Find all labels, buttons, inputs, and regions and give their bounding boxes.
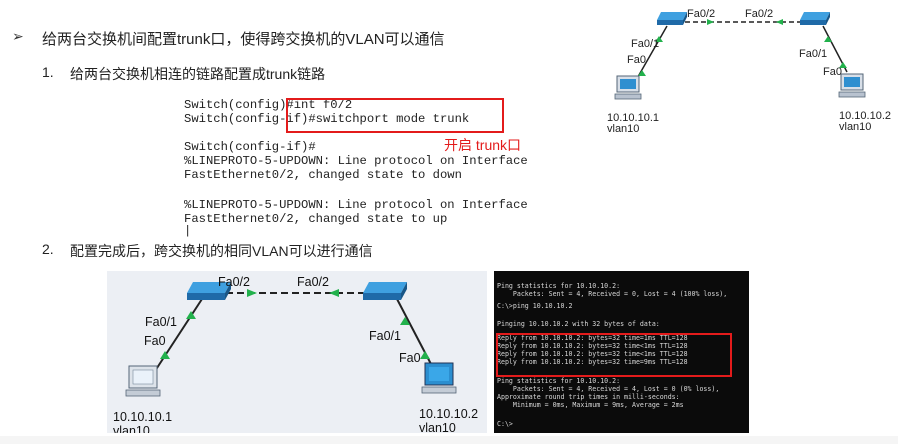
- terminal-prompt: C:\>: [497, 420, 513, 428]
- port-label: Fa0: [823, 66, 842, 78]
- pc-vlan-label: vlan10: [607, 123, 640, 135]
- pc-vlan-label: vlan10: [419, 421, 456, 433]
- port-label: Fa0/1: [631, 38, 660, 50]
- port-label: Fa0/2: [687, 8, 716, 20]
- trunk-annotation: 开启 trunk口: [444, 137, 522, 153]
- pc-icon: [614, 75, 642, 100]
- cli-line: %LINEPROTO-5-UPDOWN: Line protocol on In…: [184, 198, 528, 212]
- port-label: Fa0/2: [745, 8, 774, 20]
- step-1-text: 给两台交换机相连的链路配置成trunk链路: [70, 66, 326, 82]
- terminal-line: C:\>ping 10.10.10.2: [497, 302, 573, 310]
- terminal-line: Packets: Sent = 4, Received = 0, Lost = …: [497, 290, 728, 298]
- trunk-command-highlight: [286, 98, 504, 133]
- cli-line: %LINEPROTO-5-UPDOWN: Line protocol on In…: [184, 154, 528, 168]
- port-label: Fa0: [144, 334, 166, 348]
- cli-line: FastEthernet0/2, changed state to down: [184, 168, 462, 182]
- terminal-line: Pinging 10.10.10.2 with 32 bytes of data…: [497, 320, 660, 328]
- reply-highlight-box: [496, 333, 732, 377]
- port-label: Fa0: [399, 351, 421, 365]
- link-status-up-icon: [329, 289, 339, 297]
- port-label: Fa0/1: [799, 48, 828, 60]
- cli-line: Switch(config-if)#: [184, 140, 316, 154]
- slide-footer-band: [0, 436, 898, 444]
- link-status-up-icon: [247, 289, 257, 297]
- bullet-arrow-icon: ➢: [12, 28, 24, 44]
- port-label: Fa0/1: [369, 329, 401, 343]
- pc-icon: [125, 365, 161, 397]
- port-label: Fa0: [627, 54, 646, 66]
- step-2-text: 配置完成后，跨交换机的相同VLAN可以进行通信: [70, 243, 373, 259]
- topology-diagram-large: Fa0/2 Fa0/2 Fa0/1 Fa0 Fa0/1 Fa0 10.10.10…: [107, 271, 487, 433]
- pc-vlan-label: vlan10: [839, 121, 872, 133]
- link-status-up-icon: [420, 351, 430, 359]
- pc-icon: [421, 362, 457, 394]
- port-label: Fa0/2: [297, 275, 329, 289]
- pc-ip-label: 10.10.10.2: [419, 407, 479, 421]
- step-2-number: 2.: [42, 241, 54, 257]
- switch-icon: [657, 12, 687, 25]
- port-label: Fa0/1: [145, 315, 177, 329]
- pc-vlan-label: vlan10: [113, 424, 150, 433]
- link-status-up-icon: [824, 36, 832, 42]
- topology-diagram-small: Fa0/2 Fa0/2 Fa0/1 Fa0 Fa0/1 Fa0 10.10.10…: [595, 0, 895, 140]
- terminal-line: Minimum = 0ms, Maximum = 9ms, Average = …: [497, 401, 684, 409]
- cli-cursor: |: [184, 224, 192, 238]
- slide-heading: 给两台交换机间配置trunk口，使得跨交换机的VLAN可以通信: [42, 31, 445, 48]
- pc-icon: [838, 73, 866, 98]
- link-status-up-icon: [638, 70, 646, 76]
- link-status-up-icon: [776, 19, 783, 25]
- link-status-up-icon: [160, 351, 170, 359]
- switch-icon: [363, 282, 407, 300]
- switch-icon: [800, 12, 830, 25]
- step-1-number: 1.: [42, 64, 54, 80]
- cli-line: FastEthernet0/2, changed state to up: [184, 212, 448, 226]
- port-label: Fa0/2: [218, 275, 250, 289]
- pc-ip-label: 10.10.10.1: [113, 410, 173, 424]
